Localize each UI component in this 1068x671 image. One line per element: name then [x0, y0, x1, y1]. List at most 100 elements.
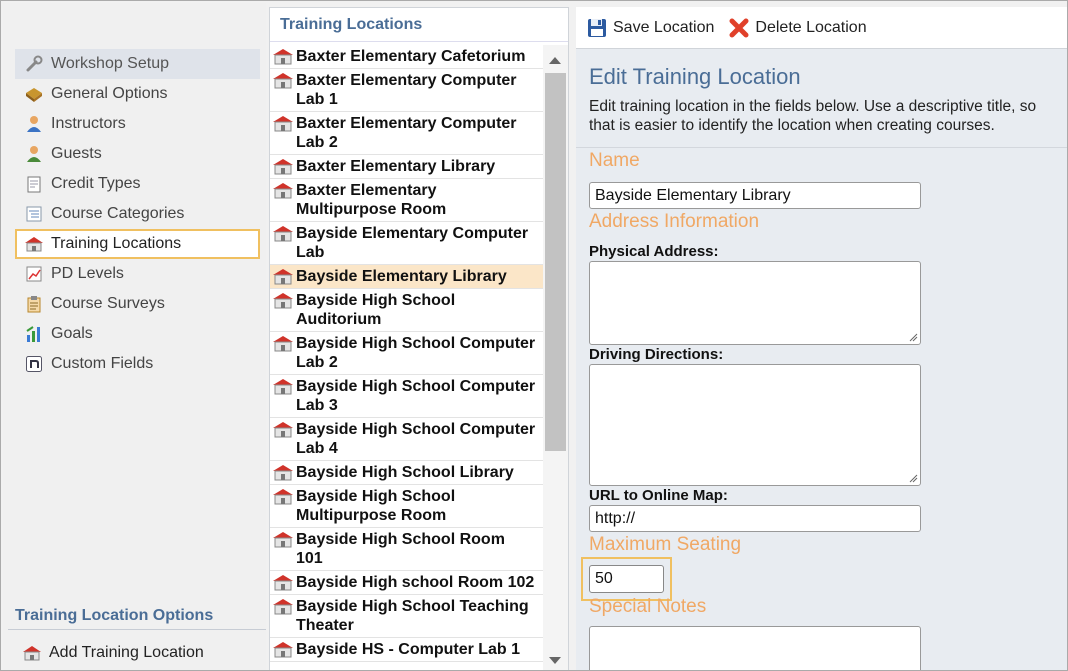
- location-name-line: Bayside High School Computer: [296, 421, 536, 438]
- levels-icon: [23, 264, 45, 284]
- location-name-line: Multipurpose Room: [296, 201, 447, 218]
- physical-address-textarea[interactable]: [589, 261, 921, 345]
- location-name: Bayside High School Computer Lab 3: [296, 377, 535, 415]
- location-list-item[interactable]: Baxter Elementary Library: [270, 155, 543, 179]
- location-list-item[interactable]: Baxter Elementary Computer Lab 1: [270, 69, 543, 112]
- instructor-icon: [23, 114, 45, 134]
- sidebar-item-pd-levels[interactable]: PD Levels: [15, 259, 260, 289]
- location-list-item[interactable]: Bayside High School Auditorium: [270, 289, 543, 332]
- map-url-input[interactable]: [589, 505, 921, 532]
- sidebar-item-custom-fields[interactable]: Custom Fields: [15, 349, 260, 379]
- location-list-item[interactable]: Bayside High School Computer Lab 4: [270, 418, 543, 461]
- location-list-item[interactable]: Bayside High school Room 102: [270, 571, 543, 595]
- divider: [8, 629, 266, 630]
- edit-description: Edit training location in the fields bel…: [589, 98, 1037, 134]
- scrollbar[interactable]: [543, 45, 568, 670]
- sidebar-item-label: Guests: [51, 145, 102, 162]
- goals-icon: [23, 324, 45, 344]
- location-list-item[interactable]: Bayside Elementary Computer Lab: [270, 222, 543, 265]
- sidebar-item-instructors[interactable]: Instructors: [15, 109, 260, 139]
- location-name-line: Lab 4: [296, 440, 338, 457]
- location-form: Name Address Information Physical Addres…: [576, 147, 1067, 670]
- location-name-line: Baxter Elementary Computer: [296, 115, 517, 132]
- building-icon: [273, 465, 293, 481]
- location-name-line: Bayside High school Room 102: [296, 574, 535, 591]
- location-name: Baxter Elementary Library: [296, 157, 495, 176]
- name-section-title: Name: [589, 150, 640, 171]
- sidebar-item-credit-types[interactable]: Credit Types: [15, 169, 260, 199]
- sidebar-item-label: Workshop Setup: [51, 55, 169, 72]
- location-list-item[interactable]: Bayside Elementary Library: [270, 265, 543, 289]
- options-icon: [23, 84, 45, 104]
- guest-icon: [23, 144, 45, 164]
- location-name: Bayside Elementary Library: [296, 267, 507, 286]
- building-icon: [23, 234, 45, 254]
- location-list-item[interactable]: Baxter Elementary Computer Lab 2: [270, 112, 543, 155]
- location-list-item[interactable]: Bayside High School Library: [270, 461, 543, 485]
- save-location-button[interactable]: Save Location: [586, 17, 714, 39]
- location-list-item[interactable]: Bayside HS - Computer Lab 1: [270, 638, 543, 662]
- delete-location-button[interactable]: Delete Location: [728, 17, 867, 39]
- toolbar: Save Location Delete Location: [576, 7, 1067, 49]
- location-name: Baxter Elementary Multipurpose Room: [296, 181, 446, 219]
- building-icon: [273, 116, 293, 132]
- location-list-item[interactable]: Bayside High School Computer Lab 2: [270, 332, 543, 375]
- sidebar-item-label: Course Categories: [51, 205, 185, 222]
- building-icon: [273, 336, 293, 352]
- name-input[interactable]: [589, 182, 921, 209]
- sidebar-item-label: Goals: [51, 325, 93, 342]
- scroll-up-arrow-icon[interactable]: [549, 57, 561, 64]
- location-name-line: Baxter Elementary Computer: [296, 72, 517, 89]
- location-name-line: Baxter Elementary: [296, 182, 437, 199]
- app-window: Workshop Setup General Options Instructo…: [0, 0, 1068, 671]
- sidebar-item-label: Instructors: [51, 115, 126, 132]
- resize-grip-icon[interactable]: [908, 473, 918, 483]
- credit-icon: [23, 174, 45, 194]
- location-name-line: Lab 3: [296, 397, 338, 414]
- sidebar-item-goals[interactable]: Goals: [15, 319, 260, 349]
- sidebar-item-guests[interactable]: Guests: [15, 139, 260, 169]
- location-name: Bayside High School Computer Lab 4: [296, 420, 535, 458]
- building-icon: [273, 599, 293, 615]
- location-name-line: Theater: [296, 617, 354, 634]
- location-name-line: Auditorium: [296, 311, 382, 328]
- save-location-label: Save Location: [613, 18, 715, 36]
- building-icon: [273, 422, 293, 438]
- scroll-thumb[interactable]: [545, 73, 566, 451]
- sidebar-item-label: Training Locations: [51, 235, 182, 252]
- location-name-line: Lab 1: [296, 91, 338, 108]
- floppy-disk-icon: [586, 17, 608, 39]
- location-list-item[interactable]: Bayside High School Teaching Theater: [270, 595, 543, 638]
- locations-list: Baxter Elementary Cafetorium Baxter Eleme…: [270, 45, 543, 670]
- location-name: Bayside High School Auditorium: [296, 291, 455, 329]
- sidebar-item-course-categories[interactable]: Course Categories: [15, 199, 260, 229]
- max-seating-input[interactable]: 50: [589, 565, 664, 593]
- location-list-item[interactable]: Baxter Elementary Multipurpose Room: [270, 179, 543, 222]
- location-list-item[interactable]: Bayside High School Multipurpose Room: [270, 485, 543, 528]
- location-name: Bayside HS - Computer Lab 1: [296, 640, 520, 659]
- location-list-item[interactable]: Bayside High School Room 101: [270, 528, 543, 571]
- location-name-line: Bayside Elementary Computer: [296, 225, 529, 242]
- sidebar-item-training-locations[interactable]: Training Locations: [15, 229, 260, 259]
- address-section-title: Address Information: [589, 211, 760, 232]
- location-name-line: Baxter Elementary Cafetorium: [296, 48, 526, 65]
- location-name: Bayside High school Room 102: [296, 573, 534, 592]
- sidebar-item-workshop-setup[interactable]: Workshop Setup: [15, 49, 260, 79]
- scroll-down-arrow-icon[interactable]: [549, 657, 561, 664]
- resize-grip-icon[interactable]: [908, 332, 918, 342]
- driving-directions-label: Driving Directions:: [589, 346, 724, 363]
- building-icon: [273, 575, 293, 591]
- location-name-line: Lab: [296, 244, 325, 261]
- driving-directions-textarea[interactable]: [589, 364, 921, 486]
- location-name-line: Bayside High School Computer: [296, 378, 536, 395]
- locations-panel: Training Locations Baxter Elementary Caf…: [269, 7, 569, 670]
- sidebar-item-course-surveys[interactable]: Course Surveys: [15, 289, 260, 319]
- add-training-location-button[interactable]: Add Training Location: [21, 643, 204, 663]
- sidebar-nav: Workshop Setup General Options Instructo…: [15, 49, 260, 379]
- location-list-item[interactable]: Bayside High School Computer Lab 3: [270, 375, 543, 418]
- sidebar-item-general-options[interactable]: General Options: [15, 79, 260, 109]
- special-notes-textarea[interactable]: [589, 626, 921, 670]
- location-name-line: Multipurpose Room: [296, 507, 447, 524]
- location-list-item[interactable]: Baxter Elementary Cafetorium: [270, 45, 543, 69]
- building-icon: [273, 49, 293, 65]
